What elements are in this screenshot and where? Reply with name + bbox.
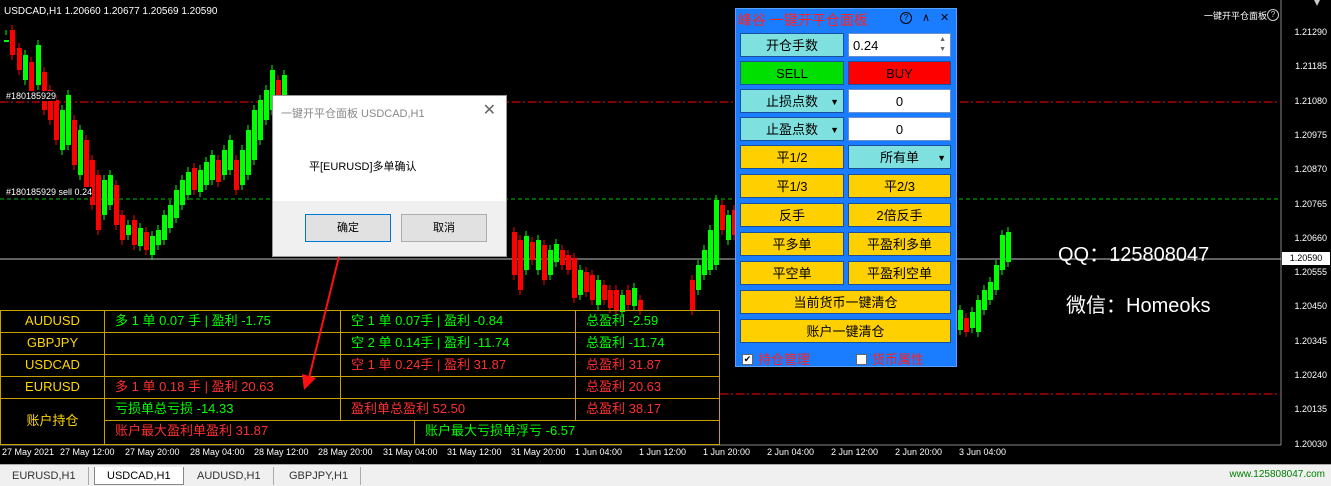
positions-checkbox-label: 持仓管理 <box>758 352 811 367</box>
sl-input[interactable]: 0 <box>848 89 951 113</box>
tp-dropdown[interactable]: 止盈点数 ▼ <box>740 117 844 141</box>
dialog-footer: 确定 取消 <box>273 201 506 256</box>
close-half-button[interactable]: 平1/2 <box>740 145 844 169</box>
order-scope-value: 所有单 <box>879 150 919 165</box>
tab-eurusd[interactable]: EURUSD,H1 <box>0 467 89 485</box>
close-profit-short-button[interactable]: 平盈利空单 <box>848 261 951 285</box>
panel-title: 峰谷 一键开平仓面板 <box>738 12 868 28</box>
help-icon[interactable]: ? <box>900 12 912 24</box>
close-short-button[interactable]: 平空单 <box>740 261 844 285</box>
sell-button[interactable]: SELL <box>740 61 844 85</box>
reverse-button[interactable]: 反手 <box>740 203 844 227</box>
chevron-down-icon: ▼ <box>830 97 839 107</box>
buy-button[interactable]: BUY <box>848 61 951 85</box>
annotation-arrow <box>302 227 347 390</box>
chevron-down-icon: ▼ <box>937 153 946 163</box>
order-scope-dropdown[interactable]: 所有单 ▼ <box>848 145 951 169</box>
sl-dropdown[interactable]: 止损点数 ▼ <box>740 89 844 113</box>
tab-audusd[interactable]: AUDUSD,H1 <box>185 467 274 485</box>
close-long-button[interactable]: 平多单 <box>740 232 844 256</box>
spin-down-icon[interactable]: ▼ <box>939 38 946 62</box>
close-two-third-button[interactable]: 平2/3 <box>848 174 951 198</box>
close-symbol-all-button[interactable]: 当前货币一键清仓 <box>740 290 951 314</box>
close-account-all-button[interactable]: 账户一键清仓 <box>740 319 951 343</box>
trade-panel: 峰谷 一键开平仓面板 ? ∧ ✕ 开仓手数 0.24 ▲ ▼ SELL BUY … <box>735 8 957 367</box>
site-link[interactable]: www.125808047.com <box>1229 469 1325 480</box>
lot-label: 开仓手数 <box>740 33 844 57</box>
chart-tabs: EURUSD,H1 USDCAD,H1 AUDUSD,H1 GBPJPY,H1 … <box>0 464 1331 486</box>
sl-label: 止损点数 <box>765 94 818 109</box>
tp-input[interactable]: 0 <box>848 117 951 141</box>
lot-input[interactable]: 0.24 ▲ ▼ <box>848 33 951 57</box>
tab-usdcad[interactable]: USDCAD,H1 <box>94 467 184 485</box>
checkbox-checked[interactable]: ✔ <box>742 354 753 366</box>
close-profit-long-button[interactable]: 平盈利多单 <box>848 232 951 256</box>
mt4-terminal: USDCAD,H1 1.20660 1.20677 1.20569 1.2059… <box>0 0 1331 486</box>
dialog-title: 一键开平仓面板 USDCAD,H1 <box>281 108 425 120</box>
chevron-up-icon[interactable]: ∧ <box>922 11 930 24</box>
close-icon[interactable]: ✕ <box>940 11 949 24</box>
cancel-button[interactable]: 取消 <box>401 214 487 242</box>
confirm-dialog: 一键开平仓面板 USDCAD,H1 ✕ 平[EURUSD]多单确认 确定 取消 <box>272 95 507 257</box>
symbol-props-checkbox-label: 货币属性 <box>872 352 925 367</box>
symbol-props-checkbox[interactable]: 货币属性 <box>856 349 924 368</box>
close-third-button[interactable]: 平1/3 <box>740 174 844 198</box>
tab-gbpjpy[interactable]: GBPJPY,H1 <box>277 467 362 485</box>
chevron-down-icon: ▼ <box>830 125 839 135</box>
checkbox-unchecked[interactable] <box>856 354 867 366</box>
lot-value: 0.24 <box>853 38 879 53</box>
tp-label: 止盈点数 <box>765 122 818 137</box>
positions-checkbox[interactable]: ✔ 持仓管理 <box>742 349 810 368</box>
dialog-message: 平[EURUSD]多单确认 <box>309 161 417 173</box>
ok-button[interactable]: 确定 <box>305 214 391 242</box>
close-icon[interactable]: ✕ <box>483 100 496 120</box>
double-reverse-button[interactable]: 2倍反手 <box>848 203 951 227</box>
